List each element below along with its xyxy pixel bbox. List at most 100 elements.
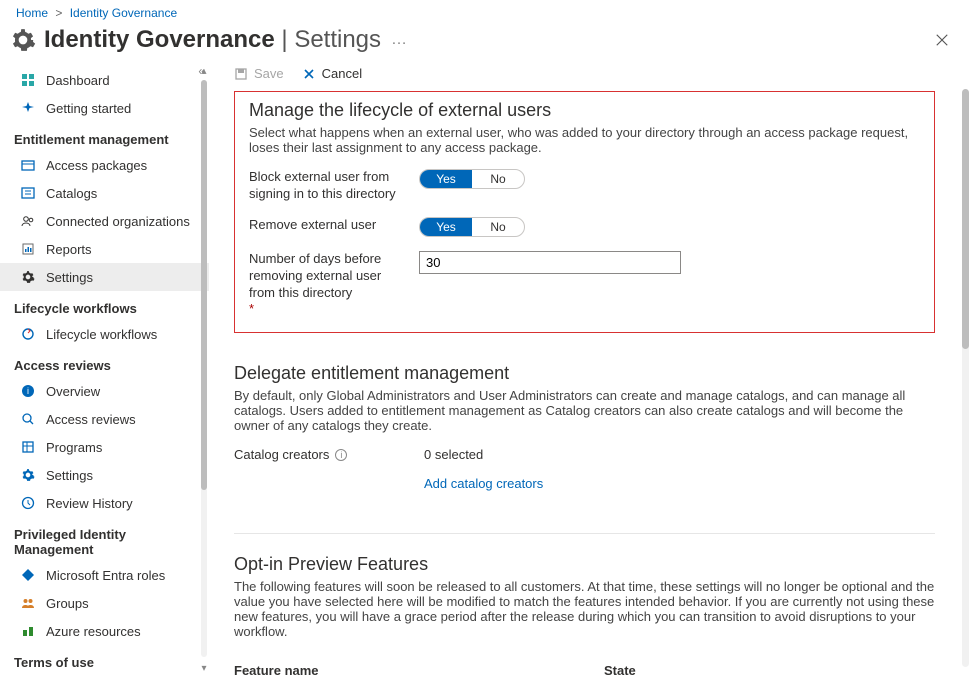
sidebar: « ▴ Dashboard Getting started Entitlemen… [0,62,210,675]
col-feature-name: Feature name [234,663,604,675]
sidebar-item-label: Microsoft Entra roles [46,568,165,583]
main-scroll-thumb[interactable] [962,89,969,349]
toggle-no[interactable]: No [472,170,524,188]
cancel-icon [302,67,316,81]
sidebar-scroll-down-icon[interactable]: ▾ [200,663,208,671]
diamond-icon [20,567,36,583]
col-state: State [604,663,636,675]
save-button[interactable]: Save [234,66,284,81]
sidebar-item-settings[interactable]: Settings [0,263,209,291]
sidebar-item-label: Settings [46,468,93,483]
sidebar-item-label: Getting started [46,101,131,116]
feature-table-header: Feature name State [234,653,935,675]
sidebar-item-label: Groups [46,596,89,611]
sidebar-group-terms: Terms of use [0,645,209,674]
breadcrumb-home[interactable]: Home [16,6,48,20]
info-icon: i [20,383,36,399]
breadcrumb-identity-governance[interactable]: Identity Governance [70,6,177,20]
sidebar-item-dashboard[interactable]: Dashboard [0,66,209,94]
sidebar-item-reports[interactable]: Reports [0,235,209,263]
lifecycle-title: Manage the lifecycle of external users [249,100,920,121]
sparkle-icon [20,100,36,116]
package-icon [20,157,36,173]
sidebar-item-label: Dashboard [46,73,110,88]
sidebar-item-label: Reports [46,242,92,257]
svg-text:i: i [27,386,29,396]
delegate-title: Delegate entitlement management [234,363,935,384]
remove-external-toggle[interactable]: Yes No [419,217,525,237]
breadcrumb: Home > Identity Governance [0,0,975,24]
sidebar-item-label: Azure resources [46,624,141,639]
cancel-button[interactable]: Cancel [302,66,362,81]
groups-icon [20,595,36,611]
toggle-no[interactable]: No [472,218,524,236]
add-catalog-creators-link[interactable]: Add catalog creators [424,476,543,491]
block-external-toggle[interactable]: Yes No [419,169,525,189]
sidebar-item-label: Catalogs [46,186,97,201]
dashboard-icon [20,72,36,88]
preview-desc: The following features will soon be rele… [234,579,935,639]
sidebar-group-access-reviews: Access reviews [0,348,209,377]
preview-section: Opt-in Preview Features The following fe… [234,544,935,675]
sidebar-item-label: Programs [46,440,102,455]
people-icon [20,213,36,229]
azure-icon [20,623,36,639]
page-titlebar: Identity Governance | Settings … [0,24,975,62]
divider [234,533,935,534]
sidebar-item-programs[interactable]: Programs [0,433,209,461]
gear-icon [10,27,36,53]
lifecycle-section: Manage the lifecycle of external users S… [234,91,935,333]
sidebar-item-label: Access packages [46,158,147,173]
sidebar-item-entra-roles[interactable]: Microsoft Entra roles [0,561,209,589]
sidebar-item-overview[interactable]: i Overview [0,377,209,405]
sidebar-item-label: Review History [46,496,133,511]
sidebar-item-connected-org[interactable]: Connected organizations [0,207,209,235]
sidebar-item-catalogs[interactable]: Catalogs [0,179,209,207]
delegate-desc: By default, only Global Administrators a… [234,388,935,433]
delegate-section: Delegate entitlement management By defau… [234,353,935,525]
sidebar-item-access-packages[interactable]: Access packages [0,151,209,179]
programs-icon [20,439,36,455]
sidebar-item-review-history[interactable]: Review History [0,489,209,517]
reviews-icon [20,411,36,427]
save-icon [234,67,248,81]
close-button[interactable] [925,29,959,51]
sidebar-item-lifecycle-workflows[interactable]: Lifecycle workflows [0,320,209,348]
catalog-creators-count: 0 selected [424,447,483,462]
more-icon[interactable]: … [381,35,407,45]
lifecycle-desc: Select what happens when an external use… [249,125,920,155]
required-asterisk: * [249,301,254,316]
sidebar-item-access-reviews[interactable]: Access reviews [0,405,209,433]
main-scrollbar[interactable] [962,89,969,667]
toggle-yes[interactable]: Yes [420,218,472,236]
toolbar: Save Cancel [210,62,975,89]
toggle-yes[interactable]: Yes [420,170,472,188]
sidebar-scroll-up-icon[interactable]: ▴ [200,66,208,74]
sidebar-item-label: Lifecycle workflows [46,327,157,342]
block-external-label: Block external user from signing in to t… [249,169,419,203]
catalog-creators-label: Catalog creators i [234,447,424,462]
sidebar-group-lifecycle: Lifecycle workflows [0,291,209,320]
sidebar-item-azure-resources[interactable]: Azure resources [0,617,209,645]
remove-external-label: Remove external user [249,217,419,234]
sidebar-scroll-thumb[interactable] [201,80,207,490]
cycle-icon [20,326,36,342]
gear2-icon [20,467,36,483]
catalog-icon [20,185,36,201]
info-icon[interactable]: i [335,449,347,461]
sidebar-scrollbar[interactable] [201,80,207,657]
days-input[interactable] [419,251,681,274]
sidebar-item-getting-started[interactable]: Getting started [0,94,209,122]
history-icon [20,495,36,511]
preview-title: Opt-in Preview Features [234,554,935,575]
sidebar-item-review-settings[interactable]: Settings [0,461,209,489]
sidebar-item-label: Access reviews [46,412,136,427]
sidebar-item-label: Overview [46,384,100,399]
days-label: Number of days before removing external … [249,251,419,319]
gear-icon [20,269,36,285]
sidebar-item-label: Connected organizations [46,214,190,229]
sidebar-item-label: Settings [46,270,93,285]
sidebar-item-groups[interactable]: Groups [0,589,209,617]
breadcrumb-sep: > [51,6,66,20]
sidebar-group-entitlement: Entitlement management [0,122,209,151]
